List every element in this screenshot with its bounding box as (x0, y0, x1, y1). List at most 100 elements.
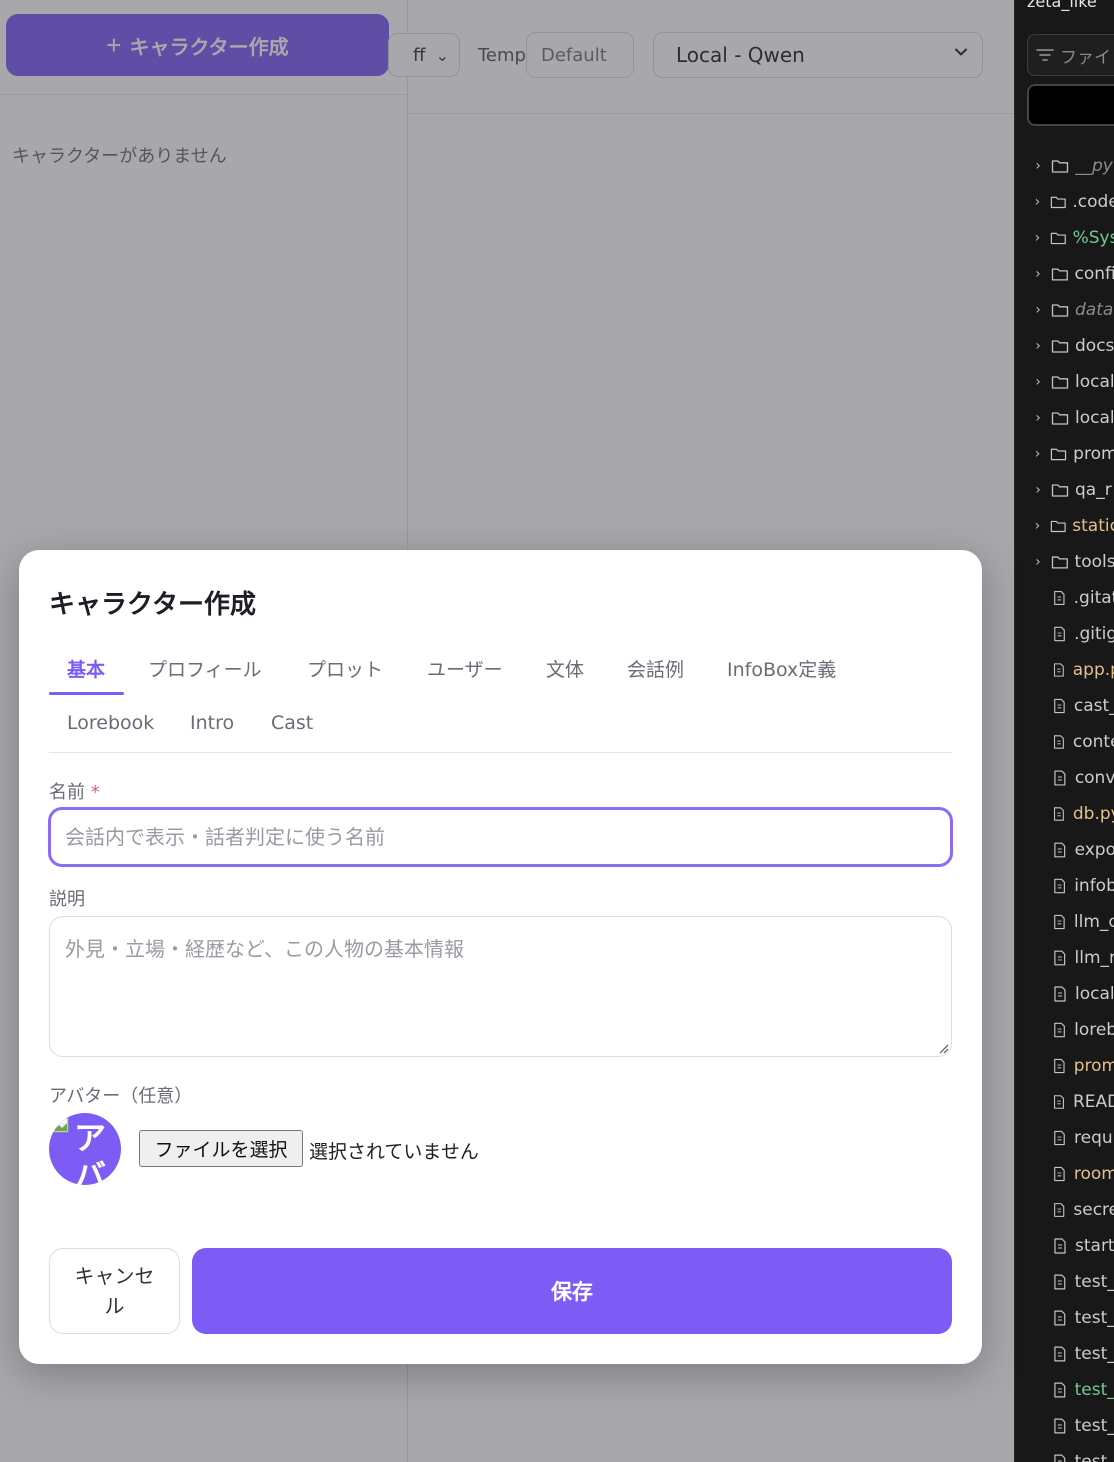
file-icon (1054, 1382, 1066, 1398)
explorer-folder[interactable]: › static (1015, 509, 1114, 543)
explorer-file[interactable]: conte (1015, 725, 1114, 759)
tab-cast[interactable]: Cast (271, 712, 313, 734)
file-icon (1054, 914, 1065, 930)
chevron-right-icon: › (1035, 266, 1041, 282)
explorer-file[interactable]: app.p (1015, 653, 1114, 687)
chevron-right-icon: › (1035, 158, 1041, 174)
explorer-folder[interactable]: › docs (1015, 329, 1114, 363)
explorer-file[interactable]: local (1015, 977, 1114, 1011)
explorer-item-name: requi (1074, 1128, 1114, 1148)
folder-icon (1051, 160, 1069, 173)
explorer-file[interactable]: .gitat (1015, 581, 1114, 615)
folder-icon (1051, 268, 1068, 281)
explorer-search-input[interactable] (1027, 84, 1114, 126)
explorer-file[interactable]: cast_ (1015, 689, 1114, 723)
explorer-folder[interactable]: › tools (1015, 545, 1114, 579)
explorer-file[interactable]: .gitig (1015, 617, 1114, 651)
explorer-item-name: .code (1072, 192, 1114, 212)
required-mark: * (90, 782, 100, 803)
explorer-item-name: qa_r (1075, 480, 1112, 500)
file-icon (1054, 770, 1066, 786)
explorer-file[interactable]: test_ (1015, 1265, 1114, 1299)
explorer-file[interactable]: start (1015, 1229, 1114, 1263)
broken-image-icon (53, 1117, 69, 1133)
explorer-file[interactable]: test_ (1015, 1301, 1114, 1335)
explorer-folder[interactable]: › local (1015, 365, 1114, 399)
explorer-filter[interactable]: ファイ (1027, 34, 1114, 76)
description-label: 説明 (49, 889, 85, 910)
save-button[interactable]: 保存 (192, 1248, 952, 1334)
cancel-button[interactable]: キャンセル (49, 1248, 180, 1334)
folder-icon (1050, 520, 1066, 533)
explorer-file[interactable]: secre (1015, 1193, 1114, 1227)
explorer-item-name: prom (1073, 444, 1114, 464)
explorer-folder[interactable]: › prom (1015, 437, 1114, 471)
tab-lorebook[interactable]: Lorebook (67, 712, 154, 734)
explorer-item-name: __py (1075, 156, 1113, 176)
explorer-folder[interactable]: › confi (1015, 257, 1114, 291)
explorer-item-name: secre (1073, 1200, 1114, 1220)
explorer-folder[interactable]: › local (1015, 401, 1114, 435)
explorer-item-name: data (1075, 300, 1114, 320)
explorer-folder[interactable]: › __py (1015, 149, 1114, 183)
chevron-right-icon: › (1035, 410, 1041, 426)
explorer-file[interactable]: test_ (1015, 1445, 1114, 1462)
name-label: 名前 * (49, 778, 100, 804)
explorer-folder[interactable]: › %Sys (1015, 221, 1114, 255)
file-icon (1054, 590, 1065, 606)
chevron-right-icon: › (1035, 302, 1041, 318)
file-icon (1054, 986, 1066, 1002)
explorer-file[interactable]: db.py (1015, 797, 1114, 831)
explorer-item-name: cast_ (1073, 696, 1114, 716)
explorer-file[interactable]: infob (1015, 869, 1114, 903)
explorer-file[interactable]: test_ (1015, 1337, 1114, 1371)
tab-plot[interactable]: プロット (307, 655, 383, 682)
explorer-folder[interactable]: › qa_r (1015, 473, 1114, 507)
explorer-folder[interactable]: › .code (1015, 185, 1114, 219)
explorer-item-name: confi (1074, 264, 1114, 284)
tab-infobox[interactable]: InfoBox定義 (727, 655, 836, 682)
file-icon (1054, 1095, 1064, 1109)
file-icon (1053, 663, 1064, 677)
explorer-file[interactable]: test_ (1015, 1373, 1114, 1407)
file-icon (1054, 698, 1065, 714)
explorer-item-name: tools (1074, 552, 1114, 572)
tab-intro[interactable]: Intro (190, 712, 234, 734)
explorer-file[interactable]: loreb (1015, 1013, 1114, 1047)
explorer-filter-placeholder: ファイ (1060, 47, 1111, 68)
explorer-file[interactable]: expo (1015, 833, 1114, 867)
explorer-folder[interactable]: › data (1015, 293, 1114, 327)
create-character-dialog: キャラクター作成 基本 プロフィール プロット ユーザー 文体 会話例 Info… (19, 550, 982, 1364)
choose-file-button[interactable]: ファイルを選択 (139, 1130, 303, 1167)
tab-style[interactable]: 文体 (546, 655, 584, 682)
tab-basic[interactable]: 基本 (67, 655, 105, 682)
explorer-file[interactable]: room (1015, 1157, 1114, 1191)
explorer-item-name: test_ (1074, 1416, 1114, 1436)
explorer-file[interactable]: prom (1015, 1049, 1114, 1083)
file-icon (1054, 1203, 1065, 1217)
explorer-file[interactable]: test_ (1015, 1409, 1114, 1443)
explorer-item-name: READ (1073, 1092, 1114, 1112)
explorer-item-name: room (1073, 1164, 1114, 1184)
dialog-title: キャラクター作成 (49, 590, 256, 620)
resize-grip-icon[interactable] (937, 1042, 949, 1054)
explorer-item-name: app.p (1072, 660, 1114, 680)
folder-icon (1051, 304, 1069, 317)
file-icon (1054, 1454, 1066, 1462)
explorer-item-name: test_ (1074, 1308, 1114, 1328)
explorer-file[interactable]: requi (1015, 1121, 1114, 1155)
description-textarea[interactable] (49, 916, 952, 1057)
folder-icon (1051, 448, 1067, 461)
explorer-item-name: conte (1072, 732, 1114, 752)
explorer-file[interactable]: conv (1015, 761, 1114, 795)
tab-user[interactable]: ユーザー (427, 655, 503, 682)
explorer-file[interactable]: llm_r (1015, 941, 1114, 975)
explorer-file[interactable]: READ (1015, 1085, 1114, 1119)
name-input[interactable] (48, 807, 953, 867)
file-icon (1053, 807, 1064, 821)
explorer-item-name: test_ (1074, 1380, 1114, 1400)
tab-profile[interactable]: プロフィール (148, 655, 262, 682)
explorer-file[interactable]: llm_c (1015, 905, 1114, 939)
chevron-right-icon: › (1034, 230, 1041, 246)
tab-dialogue-examples[interactable]: 会話例 (627, 655, 684, 682)
